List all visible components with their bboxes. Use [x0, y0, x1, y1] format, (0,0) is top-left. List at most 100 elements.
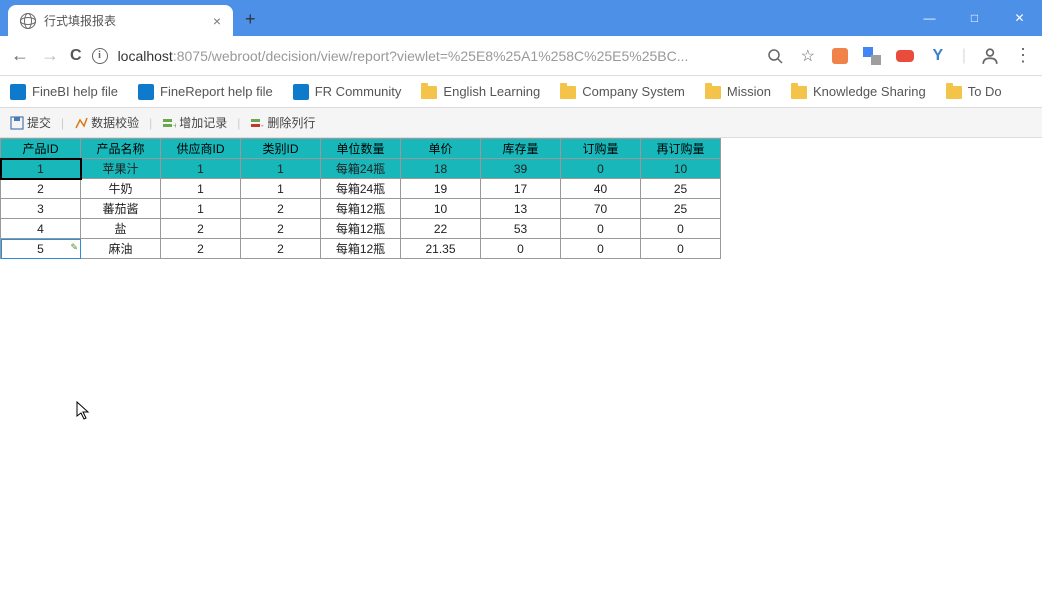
menu-icon[interactable]: ⋮ — [1014, 47, 1032, 65]
bookmarks-bar: FineBI help file FineReport help file FR… — [0, 76, 1042, 108]
th-product-id[interactable]: 产品ID — [1, 139, 81, 159]
cell-name[interactable]: 牛奶 — [81, 179, 161, 199]
cell-reorder[interactable]: 25 — [641, 179, 721, 199]
cell-stock[interactable]: 13 — [481, 199, 561, 219]
cell-name[interactable]: 麻油 — [81, 239, 161, 259]
minimize-button[interactable]: — — [907, 4, 952, 33]
star-icon[interactable]: ☆ — [799, 47, 817, 65]
cell-id[interactable]: 4 — [1, 219, 81, 239]
verify-button[interactable]: 数据校验 — [70, 112, 143, 133]
edit-mark-icon: ✎ — [70, 242, 78, 253]
delrow-button[interactable]: - 删除列行 — [246, 112, 319, 133]
th-product-name[interactable]: 产品名称 — [81, 139, 161, 159]
cell-sup[interactable]: 2 — [161, 239, 241, 259]
cell-price[interactable]: 10 — [401, 199, 481, 219]
cell-reorder[interactable]: 10 — [641, 159, 721, 179]
cell-order[interactable]: 40 — [561, 179, 641, 199]
cell-stock[interactable]: 39 — [481, 159, 561, 179]
cell-order[interactable]: 70 — [561, 199, 641, 219]
cell-sup[interactable]: 1 — [161, 159, 241, 179]
translate-icon[interactable] — [863, 47, 881, 65]
table-row[interactable]: 5✎麻油22每箱12瓶21.35000 — [1, 239, 721, 259]
cell-price[interactable]: 22 — [401, 219, 481, 239]
cell-cat[interactable]: 1 — [241, 179, 321, 199]
ext1-icon[interactable] — [832, 48, 848, 64]
th-price[interactable]: 单价 — [401, 139, 481, 159]
tab-close-icon[interactable]: × — [213, 13, 221, 29]
back-button[interactable]: ← — [10, 45, 30, 66]
cell-price[interactable]: 21.35 — [401, 239, 481, 259]
forward-button[interactable]: → — [40, 45, 60, 66]
window-controls: — □ ✕ — [907, 4, 1042, 33]
new-tab-button[interactable]: + — [245, 9, 256, 30]
cell-price[interactable]: 18 — [401, 159, 481, 179]
cell-name[interactable]: 盐 — [81, 219, 161, 239]
cell-reorder[interactable]: 0 — [641, 239, 721, 259]
table-row[interactable]: 2牛奶11每箱24瓶19174025 — [1, 179, 721, 199]
table-row[interactable]: 4盐22每箱12瓶225300 — [1, 219, 721, 239]
cell-id[interactable]: 2 — [1, 179, 81, 199]
cell-cat[interactable]: 2 — [241, 219, 321, 239]
cell-unit[interactable]: 每箱24瓶 — [321, 179, 401, 199]
zoom-icon[interactable] — [766, 47, 784, 65]
separator: | — [962, 47, 966, 65]
th-order[interactable]: 订购量 — [561, 139, 641, 159]
cell-stock[interactable]: 0 — [481, 239, 561, 259]
maximize-button[interactable]: □ — [952, 4, 997, 33]
cell-id[interactable]: 5✎ — [1, 239, 81, 259]
cell-unit[interactable]: 每箱24瓶 — [321, 159, 401, 179]
svg-text:-: - — [261, 121, 264, 130]
table-row[interactable]: 3蕃茄酱12每箱12瓶10137025 — [1, 199, 721, 219]
bookmark-frcommunity[interactable]: FR Community — [293, 84, 402, 100]
addrow-button[interactable]: + 增加记录 — [158, 112, 231, 133]
ext3-icon[interactable]: Y — [929, 47, 947, 65]
cell-order[interactable]: 0 — [561, 239, 641, 259]
th-supplier-id[interactable]: 供应商ID — [161, 139, 241, 159]
profile-icon[interactable] — [981, 47, 999, 65]
cell-order[interactable]: 0 — [561, 219, 641, 239]
cell-cat[interactable]: 1 — [241, 159, 321, 179]
cell-stock[interactable]: 17 — [481, 179, 561, 199]
folder-icon — [705, 86, 721, 99]
bookmark-mission[interactable]: Mission — [705, 84, 771, 99]
bookmark-finebi[interactable]: FineBI help file — [10, 84, 118, 100]
folder-icon — [946, 86, 962, 99]
cell-id[interactable]: 3 — [1, 199, 81, 219]
site-info-icon[interactable]: i — [92, 48, 108, 64]
cell-reorder[interactable]: 25 — [641, 199, 721, 219]
cell-unit[interactable]: 每箱12瓶 — [321, 199, 401, 219]
cell-reorder[interactable]: 0 — [641, 219, 721, 239]
bookmark-finereport[interactable]: FineReport help file — [138, 84, 273, 100]
bookmark-english[interactable]: English Learning — [421, 84, 540, 99]
cell-name[interactable]: 苹果汁 — [81, 159, 161, 179]
cell-stock[interactable]: 53 — [481, 219, 561, 239]
reload-button[interactable]: C — [70, 47, 82, 65]
bookmark-knowledge[interactable]: Knowledge Sharing — [791, 84, 926, 99]
browser-tab[interactable]: 行式填报报表 × — [8, 5, 233, 36]
globe-icon — [20, 13, 36, 29]
submit-button[interactable]: 提交 — [6, 112, 55, 133]
cell-sup[interactable]: 1 — [161, 199, 241, 219]
cell-name[interactable]: 蕃茄酱 — [81, 199, 161, 219]
url-path: :8075/webroot/decision/view/report?viewl… — [173, 48, 689, 64]
close-button[interactable]: ✕ — [997, 4, 1042, 33]
th-reorder[interactable]: 再订购量 — [641, 139, 721, 159]
cell-cat[interactable]: 2 — [241, 199, 321, 219]
th-category-id[interactable]: 类别ID — [241, 139, 321, 159]
cell-sup[interactable]: 1 — [161, 179, 241, 199]
cell-unit[interactable]: 每箱12瓶 — [321, 239, 401, 259]
ext2-icon[interactable] — [896, 50, 914, 62]
cell-cat[interactable]: 2 — [241, 239, 321, 259]
cell-unit[interactable]: 每箱12瓶 — [321, 219, 401, 239]
cell-order[interactable]: 0 — [561, 159, 641, 179]
th-stock[interactable]: 库存量 — [481, 139, 561, 159]
table-row[interactable]: 1苹果汁11每箱24瓶1839010 — [1, 159, 721, 179]
th-unit-qty[interactable]: 单位数量 — [321, 139, 401, 159]
cell-id[interactable]: 1 — [1, 159, 81, 179]
cell-price[interactable]: 19 — [401, 179, 481, 199]
cell-sup[interactable]: 2 — [161, 219, 241, 239]
bookmark-company[interactable]: Company System — [560, 84, 685, 99]
frcommunity-icon — [293, 84, 309, 100]
bookmark-todo[interactable]: To Do — [946, 84, 1002, 99]
url-display[interactable]: localhost:8075/webroot/decision/view/rep… — [118, 48, 756, 64]
